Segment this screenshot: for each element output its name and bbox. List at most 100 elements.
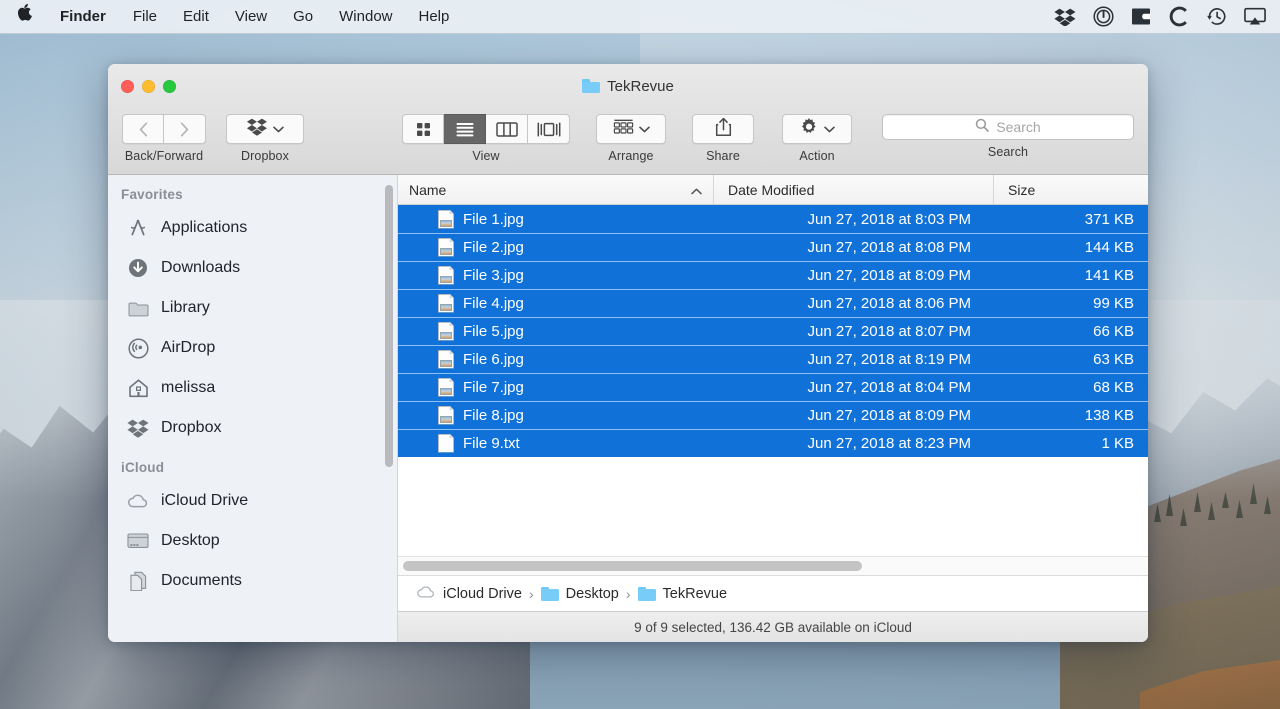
file-name: File 7.jpg xyxy=(463,378,524,396)
table-row[interactable]: File 5.jpg Jun 27, 2018 at 8:07 PM 66 KB xyxy=(398,317,1148,345)
scrollbar-thumb[interactable] xyxy=(403,561,862,571)
folder-icon xyxy=(540,586,559,601)
sidebar-item-library[interactable]: Library xyxy=(108,288,397,328)
close-button[interactable] xyxy=(121,79,134,93)
sidebar-scrollbar[interactable] xyxy=(385,185,393,467)
arrange-button[interactable] xyxy=(596,114,666,144)
file-list-horizontal-scrollbar[interactable] xyxy=(398,556,1148,575)
sidebar-item-label: Applications xyxy=(161,219,248,236)
status-bar: 9 of 9 selected, 136.42 GB available on … xyxy=(398,611,1148,642)
list-view-button[interactable] xyxy=(444,114,486,144)
file-size: 1 KB xyxy=(1101,434,1134,452)
window-body: Favorites Applications Downloads Library… xyxy=(108,175,1148,642)
minimize-button[interactable] xyxy=(142,79,155,93)
sidebar-item-melissa[interactable]: melissa xyxy=(108,368,397,408)
action-button[interactable] xyxy=(782,114,852,144)
airplay-icon[interactable] xyxy=(1244,6,1266,28)
file-size: 144 KB xyxy=(1084,238,1134,256)
menu-item-file[interactable]: File xyxy=(120,0,170,34)
zoom-button[interactable] xyxy=(163,79,176,93)
sidebar-item-label: Downloads xyxy=(161,259,241,276)
jpeg-file-icon xyxy=(438,321,454,341)
back-button[interactable] xyxy=(122,114,164,144)
menu-item-finder[interactable]: Finder xyxy=(46,0,120,34)
sidebar-item-label: Documents xyxy=(161,572,242,589)
file-name-cell: File 6.jpg xyxy=(398,349,713,369)
sidebar-item-dropbox[interactable]: Dropbox xyxy=(108,408,397,448)
file-size: 138 KB xyxy=(1084,406,1134,424)
column-view-button[interactable] xyxy=(486,114,528,144)
dropbox-icon[interactable] xyxy=(1054,6,1076,28)
dropbox-button[interactable] xyxy=(226,114,304,144)
gear-icon xyxy=(799,117,819,142)
file-name-cell: File 2.jpg xyxy=(398,237,713,257)
file-name: File 4.jpg xyxy=(463,294,524,312)
dropbox-group: Dropbox xyxy=(226,114,304,163)
window-titlebar[interactable]: TekRevue xyxy=(108,64,1148,108)
breadcrumb-separator: › xyxy=(625,585,631,602)
jpeg-file-icon xyxy=(438,265,454,285)
file-date: Jun 27, 2018 at 8:19 PM xyxy=(807,350,971,368)
table-row[interactable]: File 6.jpg Jun 27, 2018 at 8:19 PM 63 KB xyxy=(398,345,1148,373)
menu-item-help[interactable]: Help xyxy=(406,0,463,34)
file-size: 66 KB xyxy=(1093,322,1134,340)
sidebar-item-desktop[interactable]: Desktop xyxy=(108,521,397,561)
table-row[interactable]: File 4.jpg Jun 27, 2018 at 8:06 PM 99 KB xyxy=(398,289,1148,317)
table-row[interactable]: File 3.jpg Jun 27, 2018 at 8:09 PM 141 K… xyxy=(398,261,1148,289)
search-group: Search Search xyxy=(882,114,1134,159)
applications-icon xyxy=(127,217,149,239)
menu-item-window[interactable]: Window xyxy=(326,0,405,34)
file-name-cell: File 5.jpg xyxy=(398,321,713,341)
column-header-date-modified[interactable]: Date Modified xyxy=(713,175,993,204)
menu-item-edit[interactable]: Edit xyxy=(170,0,222,34)
sidebar-item-airdrop[interactable]: AirDrop xyxy=(108,328,397,368)
breadcrumb-label: Desktop xyxy=(565,585,619,602)
file-date: Jun 27, 2018 at 8:08 PM xyxy=(807,238,971,256)
column-header-name[interactable]: Name xyxy=(398,175,713,204)
time-machine-icon[interactable] xyxy=(1206,6,1228,28)
folder-icon xyxy=(127,297,149,319)
table-row[interactable]: File 2.jpg Jun 27, 2018 at 8:08 PM 144 K… xyxy=(398,233,1148,261)
jpeg-file-icon xyxy=(438,237,454,257)
menu-bar-items: Finder File Edit View Go Window Help xyxy=(0,0,462,33)
table-row[interactable]: File 1.jpg Jun 27, 2018 at 8:03 PM 371 K… xyxy=(398,205,1148,233)
file-size: 371 KB xyxy=(1084,210,1134,228)
chevron-down-icon xyxy=(638,120,650,138)
sidebar-item-icloud-drive[interactable]: iCloud Drive xyxy=(108,481,397,521)
column-header-size[interactable]: Size xyxy=(993,175,1148,204)
jpeg-file-icon xyxy=(438,377,454,397)
gallery-view-button[interactable] xyxy=(528,114,570,144)
table-row[interactable]: File 9.txt Jun 27, 2018 at 8:23 PM 1 KB xyxy=(398,429,1148,457)
sidebar-item-downloads[interactable]: Downloads xyxy=(108,248,397,288)
search-placeholder: Search xyxy=(996,119,1041,135)
search-input[interactable]: Search xyxy=(882,114,1134,140)
cleanmymac-icon[interactable] xyxy=(1130,6,1152,28)
power-circle-icon[interactable] xyxy=(1092,6,1114,28)
menu-item-go[interactable]: Go xyxy=(280,0,326,34)
share-upload-icon xyxy=(715,117,732,142)
share-button[interactable] xyxy=(692,114,754,144)
chevron-down-icon xyxy=(824,120,835,138)
table-row[interactable]: File 7.jpg Jun 27, 2018 at 8:04 PM 68 KB xyxy=(398,373,1148,401)
file-size: 63 KB xyxy=(1093,350,1134,368)
file-date: Jun 27, 2018 at 8:09 PM xyxy=(807,406,971,424)
file-name: File 1.jpg xyxy=(463,210,524,228)
apple-logo-icon[interactable] xyxy=(0,0,46,34)
breadcrumb-tekrevue[interactable]: TekRevue xyxy=(637,586,727,602)
icon-view-button[interactable] xyxy=(402,114,444,144)
breadcrumb-desktop[interactable]: Desktop xyxy=(540,585,619,602)
letter-c-icon[interactable] xyxy=(1168,6,1190,28)
file-name: File 2.jpg xyxy=(463,238,524,256)
menu-bar: Finder File Edit View Go Window Help xyxy=(0,0,1280,34)
menu-item-view[interactable]: View xyxy=(222,0,280,34)
breadcrumb-icloud-drive[interactable]: iCloud Drive xyxy=(416,585,522,603)
forward-button[interactable] xyxy=(164,114,206,144)
jpeg-file-icon xyxy=(438,405,454,425)
share-group: Share xyxy=(692,114,754,163)
table-row[interactable]: File 8.jpg Jun 27, 2018 at 8:09 PM 138 K… xyxy=(398,401,1148,429)
sidebar-item-documents[interactable]: Documents xyxy=(108,561,397,601)
sidebar-item-applications[interactable]: Applications xyxy=(108,208,397,248)
window-title-text: TekRevue xyxy=(607,77,674,95)
file-name-cell: File 7.jpg xyxy=(398,377,713,397)
file-name-cell: File 4.jpg xyxy=(398,293,713,313)
